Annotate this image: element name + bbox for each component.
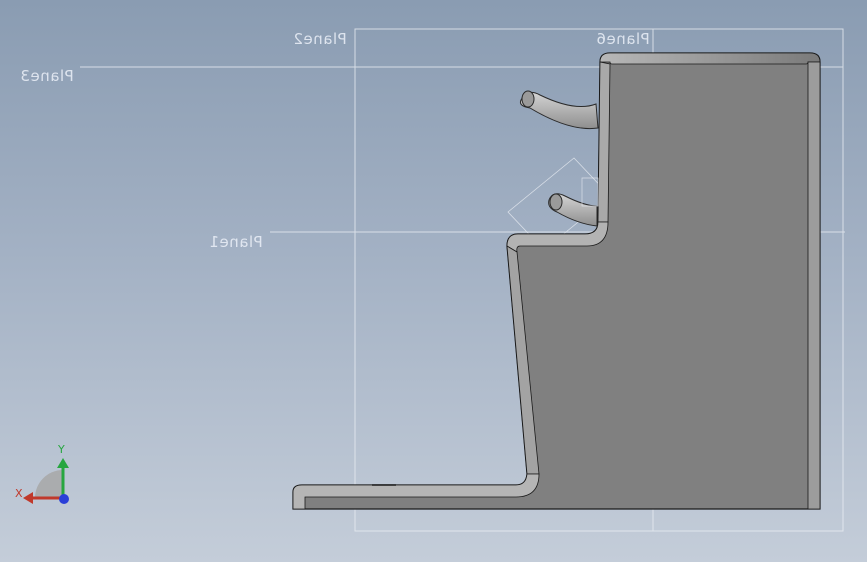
sketch-rect: [581, 177, 599, 207]
graphics-viewport[interactable]: Plane2 Plane6 Plane3 Plane1 Y X: [0, 0, 867, 562]
right-edge: [807, 61, 821, 510]
plane3-label[interactable]: Plane3: [20, 67, 74, 85]
z-axis-dot: [59, 494, 69, 504]
top-flange: [599, 52, 821, 65]
x-axis-arrow: [23, 492, 33, 504]
model-view[interactable]: [0, 0, 867, 562]
y-axis-label: Y: [58, 443, 65, 456]
triad-quadrant: [35, 470, 63, 498]
lower-hook-end: [549, 193, 563, 211]
upper-hook-end: [521, 90, 535, 108]
view-triad[interactable]: [23, 458, 69, 504]
y-axis-arrow: [57, 458, 69, 468]
hooks[interactable]: [519, 90, 599, 227]
upper-step-edge: [597, 61, 611, 223]
plane6-label[interactable]: Plane6: [596, 30, 650, 48]
x-axis-label: X: [15, 487, 23, 500]
plane1-label[interactable]: Plane1: [209, 233, 263, 251]
plane2-label[interactable]: Plane2: [293, 30, 347, 48]
